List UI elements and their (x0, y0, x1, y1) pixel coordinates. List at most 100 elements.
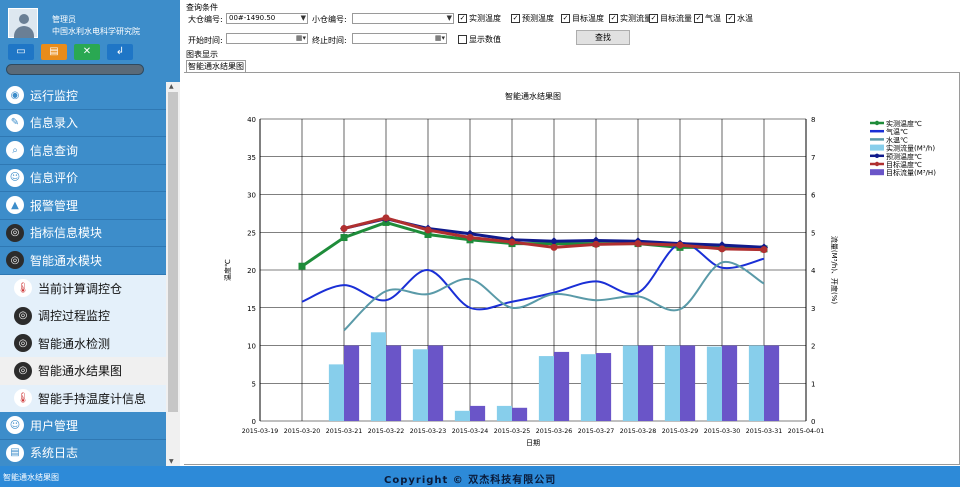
submenu-item-2[interactable]: ◎ 智能通水检测 (0, 329, 166, 357)
checkbox-0[interactable]: ✓ 实测温度 (458, 13, 501, 24)
monitor-icon[interactable]: ▭ (8, 44, 34, 60)
legend-entry: 水温℃ (886, 135, 908, 144)
legend-entry: 气温℃ (886, 127, 908, 136)
bar-3-0 (328, 364, 344, 421)
start-date-picker[interactable]: ▦▾ (226, 33, 308, 44)
sidebar-item-label: 信息录入 (30, 116, 79, 131)
exit-icon[interactable]: ↲ (107, 44, 133, 60)
sidebar-item-menu-2[interactable]: ⌕ 信息查询 (0, 137, 166, 165)
legend-marker-4 (874, 153, 880, 158)
checkbox-5[interactable]: ✓ 气温 (694, 13, 721, 24)
submenu-item-0[interactable]: 🌡 当前计算调控仓 (0, 274, 166, 302)
x-tick-label: 2015-03-20 (284, 428, 321, 435)
sidebar-item-menu_bottom-1[interactable]: ▤ 系统日志 (0, 439, 166, 466)
x-tick-label: 2015-03-25 (494, 428, 531, 435)
x-tick-label: 2015-03-23 (410, 428, 447, 435)
bar-6-8 (680, 345, 696, 421)
user-icon: ☺ (6, 416, 24, 435)
bar-3-3 (454, 410, 470, 421)
user-panel: 管理员 中国水利水电科学研究院 ▭ ▤ ✕ ↲ (0, 0, 180, 82)
tab-panel: 智能通水结果图 0 5 10 15 20 25 30 35 40 0 1 2 3 4 5 6 7 8 2015-03-… (184, 72, 960, 465)
legend-swatch-3 (870, 144, 884, 151)
eye-icon: ◎ (6, 223, 24, 242)
sidebar-item-menu-1[interactable]: ✎ 信息录入 (0, 109, 166, 137)
legend-entry: 目标流量(M³/H) (886, 168, 936, 177)
submenu-item-4[interactable]: 🌡 智能手持温度计信息 (0, 384, 166, 412)
checkbox-4[interactable]: ✓ 目标流量 (649, 13, 692, 24)
tab-result-chart[interactable]: 智能通水结果图 (186, 60, 246, 72)
y2-tick-label: 6 (811, 192, 816, 200)
submenu-item-3[interactable]: ◎ 智能通水结果图 (0, 357, 166, 385)
scroll-up-icon[interactable]: ▲ (169, 83, 174, 90)
bar-3-1 (370, 332, 386, 421)
checkbox-1[interactable]: ✓ 预测温度 (511, 13, 554, 24)
legend-entry: 实测温度℃ (886, 119, 922, 128)
bar-6-3 (470, 405, 486, 421)
sidebar-scrollbar[interactable]: ▲ ▼ (166, 82, 180, 466)
y2-tick-label: 2 (811, 343, 815, 351)
checkbox-3[interactable]: ✓ 实测流量 (609, 13, 652, 24)
nav-menu: ◉ 运行监控 ✎ 信息录入 ⌕ 信息查询 ☺ 信息评价 ▲ 报警管理 ◎ 指标信息模块 ◎ 智能通水模块 🌡… (0, 82, 166, 466)
eye-icon: ◎ (14, 334, 32, 353)
small-select[interactable]: ▼ (352, 13, 454, 24)
point-5-5 (550, 243, 558, 251)
submenu-item-label: 智能通水检测 (38, 336, 111, 351)
search-button[interactable]: 查找 (576, 30, 630, 45)
point-5-2 (424, 226, 432, 234)
checkbox-6[interactable]: ✓ 水温 (726, 13, 753, 24)
bar-6-9 (722, 345, 738, 421)
big-select[interactable]: 00#-1490.50 ▼ (226, 13, 308, 24)
thermometer-icon: 🌡 (14, 389, 32, 408)
bar-6-2 (428, 345, 444, 421)
x-tick-label: 2015-03-24 (452, 428, 489, 435)
sidebar-item-menu-0[interactable]: ◉ 运行监控 (0, 82, 166, 110)
sidebar-search-bar[interactable] (6, 64, 144, 75)
y2-tick-label: 4 (811, 267, 816, 275)
tools-icon[interactable]: ✕ (74, 44, 100, 60)
point-5-10 (760, 246, 768, 254)
small-label: 小仓编号: (312, 15, 347, 24)
chart-title: 智能通水结果图 (505, 91, 561, 101)
x-tick-label: 2015-03-19 (242, 428, 279, 435)
y-tick-label: 0 (252, 418, 256, 426)
end-date-picker[interactable]: ▦▾ (352, 33, 447, 44)
check-icon: ✓ (561, 14, 570, 23)
y-tick-label: 10 (247, 343, 256, 351)
checkbox-label: 目标流量 (660, 14, 692, 23)
legend-entry: 实测流量(M³/h) (886, 144, 935, 153)
document-icon[interactable]: ▤ (41, 44, 67, 60)
bar-3-6 (580, 354, 596, 421)
check-icon: ✓ (649, 14, 658, 23)
series-line-1 (301, 242, 765, 311)
sidebar-item-menu-3[interactable]: ☺ 信息评价 (0, 164, 166, 192)
end-label: 终止时间: (312, 36, 347, 45)
big-label: 大仓编号: (188, 15, 223, 24)
bar-6-1 (386, 345, 402, 421)
x-tick-label: 2015-03-26 (536, 428, 573, 435)
sidebar-item-menu-5[interactable]: ◎ 指标信息模块 (0, 219, 166, 247)
sidebar-item-menu-4[interactable]: ▲ 报警管理 (0, 192, 166, 220)
show-values-checkbox[interactable]: 显示数值 (458, 34, 501, 45)
point-5-3 (466, 234, 474, 242)
chevron-down-icon: ▼ (446, 14, 452, 22)
main-content: 查询条件 大仓编号: 00#-1490.50 ▼ 小仓编号: ▼ 开始时间: ▦▾… (180, 0, 960, 466)
y-axis-label: 温度℃ (223, 259, 232, 281)
checkbox-2[interactable]: ✓ 目标温度 (561, 13, 604, 24)
x-tick-label: 2015-03-21 (326, 428, 363, 435)
bar-3-4 (496, 405, 512, 421)
submenu-item-1[interactable]: ◎ 调控过程监控 (0, 302, 166, 330)
sidebar-item-label: 指标信息模块 (30, 226, 103, 241)
eye-icon: ◎ (6, 251, 24, 270)
y-tick-label: 20 (247, 267, 256, 275)
sidebar-item-menu_bottom-0[interactable]: ☺ 用户管理 (0, 412, 166, 440)
status-text: 智能通水结果图 (3, 473, 59, 482)
bar-6-6 (596, 353, 612, 421)
avatar (8, 8, 38, 38)
sidebar-item-menu-6[interactable]: ◎ 智能通水模块 (0, 247, 166, 275)
query-title: 查询条件 (186, 3, 218, 12)
point-5-9 (718, 245, 726, 253)
sidebar-item-label: 信息查询 (30, 143, 79, 158)
scrollbar-thumb[interactable] (168, 92, 178, 412)
scroll-down-icon[interactable]: ▼ (169, 458, 174, 465)
check-icon: ✓ (726, 14, 735, 23)
